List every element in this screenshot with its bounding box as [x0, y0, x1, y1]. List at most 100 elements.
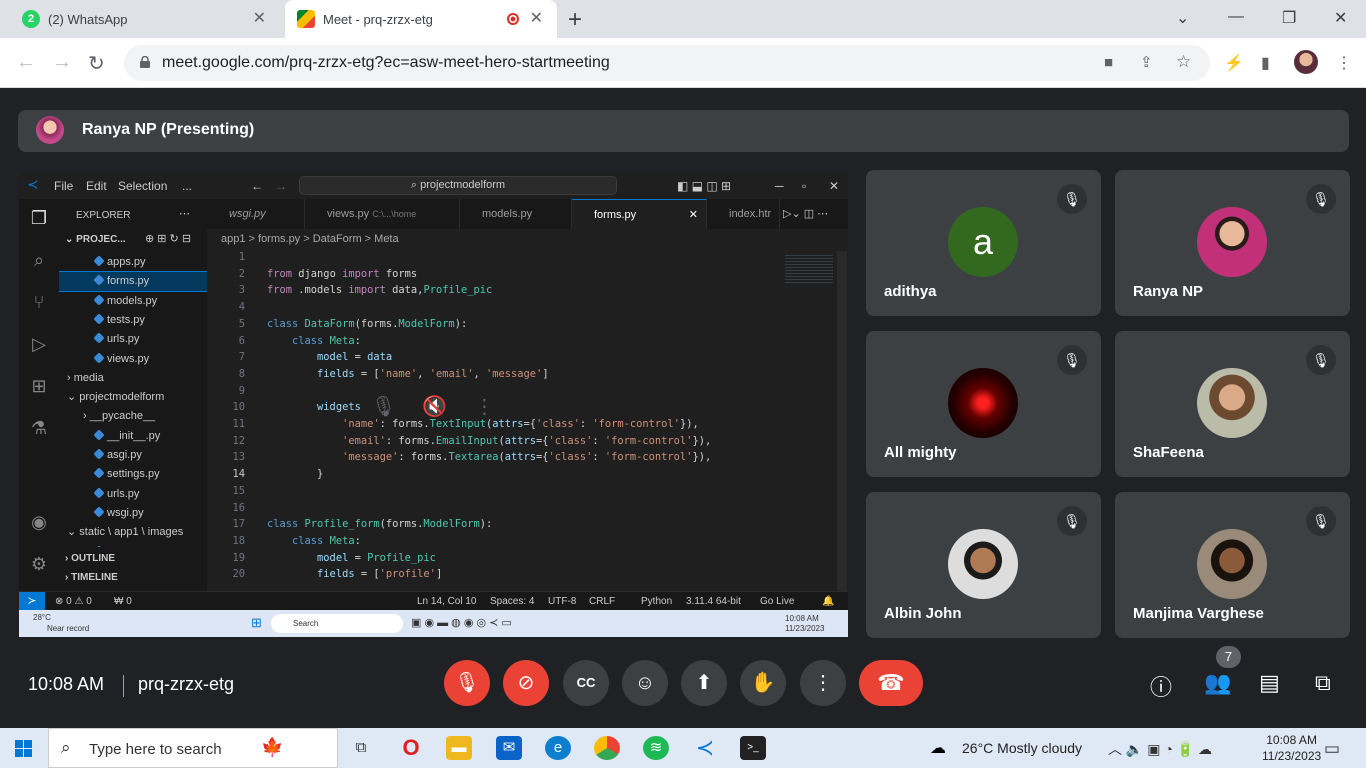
- participant-tile[interactable]: 🎙 Albin John: [866, 492, 1101, 638]
- address-bar[interactable]: meet.google.com/prq-zrzx-etg?ec=asw-meet…: [124, 45, 1210, 81]
- file-item[interactable]: urls.py: [59, 485, 207, 504]
- extensions-icon[interactable]: ⚡: [1224, 53, 1244, 73]
- edge-icon[interactable]: e: [545, 736, 571, 760]
- reload-icon[interactable]: ↻: [88, 51, 105, 76]
- file-item[interactable]: django.jpg: [59, 543, 207, 547]
- activities-icon[interactable]: ⧉: [1315, 670, 1331, 696]
- participant-tile[interactable]: 🎙 All mighty: [866, 331, 1101, 477]
- file-item[interactable]: urls.py: [59, 330, 207, 349]
- back-icon[interactable]: ←: [251, 179, 263, 193]
- weather-widget[interactable]: 26°C Mostly cloudy: [962, 740, 1082, 756]
- taskbar-search-box[interactable]: ⌕ Type here to search 🍁: [48, 728, 338, 768]
- go-live[interactable]: Go Live: [760, 596, 794, 607]
- camera-icon[interactable]: ■: [1104, 54, 1113, 71]
- file-item[interactable]: views.py: [59, 350, 207, 369]
- folder-item[interactable]: ⌄ static \ app1 \ images: [59, 523, 207, 542]
- tab-forms[interactable]: forms.py ✕: [572, 199, 707, 229]
- tab-meet[interactable]: Meet - prq-zrzx-etg ✕: [285, 0, 557, 38]
- forward-icon[interactable]: →: [275, 179, 287, 193]
- ports-count[interactable]: ₩ 0: [114, 596, 132, 607]
- minimize-icon[interactable]: —: [1228, 8, 1244, 26]
- participant-tile[interactable]: 🎙 Ranya NP: [1115, 170, 1350, 316]
- menu-icon[interactable]: ⋮: [1336, 53, 1352, 73]
- code-area[interactable]: 1 2 from django import forms 3 from .models …: [207, 251, 848, 591]
- file-item[interactable]: wsgi.py: [59, 504, 207, 523]
- file-item[interactable]: __init__.py: [59, 427, 207, 446]
- reactions-button[interactable]: ☺: [622, 660, 668, 706]
- side-panel-icon[interactable]: ▮: [1261, 53, 1270, 73]
- participant-tile[interactable]: 🎙 a adithya: [866, 170, 1101, 316]
- raise-hand-button[interactable]: ✋: [740, 660, 786, 706]
- meeting-info-icon[interactable]: ⓘ: [1150, 670, 1172, 702]
- more-options-button[interactable]: ⋮: [800, 660, 846, 706]
- indentation[interactable]: Spaces: 4: [490, 596, 534, 607]
- file-item[interactable]: models.py: [59, 292, 207, 311]
- file-item[interactable]: forms.py: [59, 271, 207, 293]
- file-item[interactable]: apps.py: [59, 253, 207, 272]
- tab-models[interactable]: models.py: [460, 199, 572, 229]
- tab-index[interactable]: index.htr: [707, 199, 780, 229]
- leave-call-button[interactable]: ☎: [859, 660, 923, 706]
- search-icon[interactable]: ⌕: [28, 249, 50, 271]
- file-explorer-icon[interactable]: ▬: [446, 736, 472, 760]
- menu-selection[interactable]: Selection: [118, 179, 167, 193]
- captions-button[interactable]: CC: [563, 660, 609, 706]
- tray-icons[interactable]: ︿ 🔈 ▣ ◔ 🔋 ☁: [1108, 739, 1212, 759]
- notifications-icon[interactable]: ▭: [1324, 739, 1340, 759]
- cursor-position[interactable]: Ln 14, Col 10: [417, 596, 477, 607]
- clock[interactable]: 10:08 AM 11/23/2023: [1262, 732, 1321, 764]
- chat-icon[interactable]: ▤: [1259, 670, 1280, 696]
- speaker-off-icon[interactable]: 🔇: [422, 396, 447, 418]
- tab-whatsapp[interactable]: 2 (2) WhatsApp ✕: [22, 0, 280, 38]
- windows-start-icon[interactable]: [15, 740, 32, 757]
- mic-toggle-button[interactable]: 🎙: [444, 660, 490, 706]
- folder-item[interactable]: › __pycache__: [59, 407, 207, 426]
- account-icon[interactable]: ◉: [28, 511, 50, 533]
- maximize-icon[interactable]: ❐: [1282, 8, 1296, 28]
- line-endings[interactable]: CRLF: [589, 596, 615, 607]
- outline-section[interactable]: › OUTLINE: [65, 553, 115, 564]
- mic-off-icon[interactable]: 🎙: [371, 396, 396, 418]
- command-center[interactable]: ⌕ projectmodelform: [299, 176, 617, 195]
- close-window-icon[interactable]: ✕: [1334, 8, 1347, 28]
- language-mode[interactable]: Python: [641, 596, 672, 607]
- interpreter[interactable]: 3.11.4 64-bit: [686, 596, 741, 607]
- menu-edit[interactable]: Edit: [86, 179, 107, 193]
- opera-icon[interactable]: O: [398, 736, 424, 760]
- run-icon[interactable]: ▷⌄ ◫ ⋯: [783, 207, 828, 220]
- menu-more[interactable]: ...: [182, 179, 192, 193]
- run-debug-icon[interactable]: ▷: [28, 333, 50, 355]
- profile-avatar[interactable]: [1294, 50, 1318, 74]
- explorer-actions-icon[interactable]: ⊕ ⊞ ↻ ⊟: [145, 232, 191, 245]
- forward-icon[interactable]: →: [52, 51, 72, 74]
- new-tab-button[interactable]: +: [568, 6, 582, 34]
- close-icon[interactable]: ✕: [530, 11, 543, 27]
- scrollbar[interactable]: [837, 251, 847, 591]
- extensions-icon[interactable]: ⊞: [28, 375, 50, 397]
- terminal-icon[interactable]: >_: [740, 736, 766, 760]
- encoding[interactable]: UTF-8: [548, 596, 576, 607]
- layout-icon[interactable]: ◧ ⬓ ◫ ⊞: [677, 179, 731, 193]
- chrome-icon[interactable]: [594, 736, 620, 760]
- bell-icon[interactable]: 🔔: [822, 596, 834, 607]
- camera-toggle-button[interactable]: ⊘: [503, 660, 549, 706]
- file-item[interactable]: settings.py: [59, 465, 207, 484]
- explorer-icon[interactable]: ❐: [28, 207, 50, 229]
- spotify-icon[interactable]: ≋: [643, 736, 669, 760]
- people-icon[interactable]: 👥: [1204, 670, 1231, 696]
- participant-tile[interactable]: 🎙 Manjima Varghese: [1115, 492, 1350, 638]
- remote-icon[interactable]: ≻: [19, 592, 45, 611]
- file-item[interactable]: tests.py: [59, 311, 207, 330]
- more-icon[interactable]: ⋯: [179, 207, 190, 220]
- close-icon[interactable]: ✕: [689, 200, 698, 230]
- share-icon[interactable]: ⇪: [1140, 53, 1153, 71]
- close-icon[interactable]: ✕: [829, 179, 839, 193]
- tab-views[interactable]: views.py C:\...\home: [305, 199, 460, 229]
- testing-icon[interactable]: ⚗: [28, 417, 50, 439]
- bookmark-star-icon[interactable]: ☆: [1176, 52, 1191, 72]
- problems-count[interactable]: ⊗ 0 ⚠ 0: [55, 596, 92, 607]
- more-icon[interactable]: ⋮: [474, 396, 494, 418]
- project-root[interactable]: ⌄ PROJEC...: [65, 234, 126, 245]
- task-view-icon[interactable]: ⧉: [348, 736, 374, 760]
- restore-icon[interactable]: ▫: [802, 179, 806, 193]
